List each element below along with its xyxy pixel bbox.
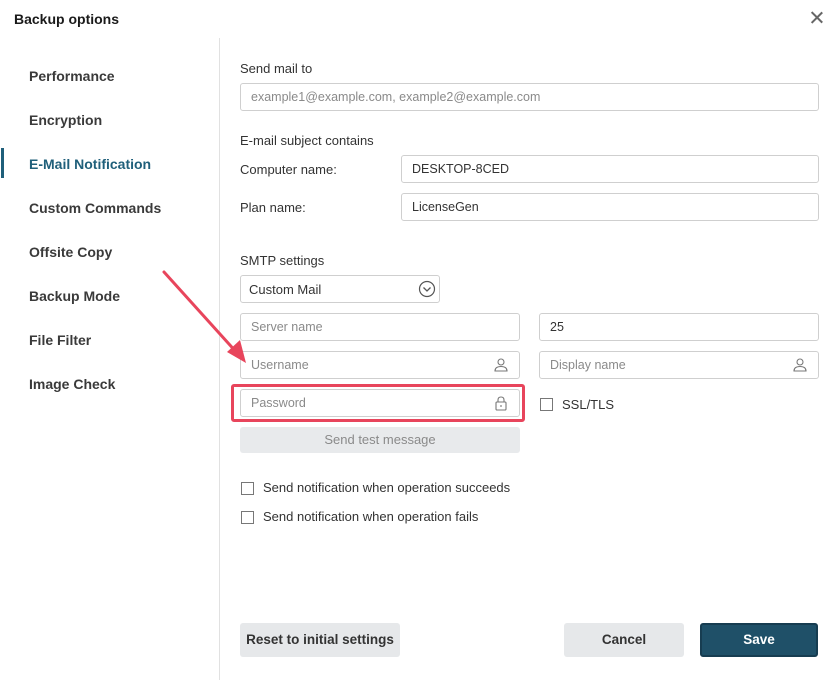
port-input[interactable]: 25 <box>539 313 819 341</box>
sidebar-item-backup-mode[interactable]: Backup Mode <box>29 288 120 304</box>
save-button[interactable]: Save <box>700 623 818 657</box>
chevron-down-icon <box>418 280 436 298</box>
send-mail-to-label: Send mail to <box>240 61 313 76</box>
display-name-placeholder: Display name <box>550 358 626 372</box>
subject-label: E-mail subject contains <box>240 133 374 148</box>
active-nav-indicator <box>1 148 4 178</box>
plan-name-label: Plan name: <box>240 200 306 215</box>
sidebar-item-offsite-copy[interactable]: Offsite Copy <box>29 244 112 260</box>
username-placeholder: Username <box>251 358 309 372</box>
computer-name-label: Computer name: <box>240 162 337 177</box>
sidebar-item-encryption[interactable]: Encryption <box>29 112 102 128</box>
username-input[interactable]: Username <box>240 351 520 379</box>
ssl-tls-checkbox[interactable] <box>540 398 553 411</box>
sidebar-item-email-notification[interactable]: E-Mail Notification <box>29 156 151 172</box>
notify-success-checkbox[interactable] <box>241 482 254 495</box>
dialog-title: Backup options <box>14 11 120 27</box>
reset-button[interactable]: Reset to initial settings <box>240 623 400 657</box>
server-name-input[interactable]: Server name <box>240 313 520 341</box>
notify-fail-label: Send notification when operation fails <box>263 509 479 524</box>
send-test-message-button[interactable]: Send test message <box>240 427 520 453</box>
highlight-box <box>231 384 525 422</box>
close-icon[interactable] <box>807 8 827 28</box>
computer-name-input[interactable]: DESKTOP-8CED <box>401 155 819 183</box>
sidebar-item-image-check[interactable]: Image Check <box>29 376 115 392</box>
backup-options-dialog: Backup options Performance Encryption E-… <box>0 0 839 680</box>
plan-name-input[interactable]: LicenseGen <box>401 193 819 221</box>
send-mail-to-input[interactable]: example1@example.com, example2@example.c… <box>240 83 819 111</box>
sidebar-item-custom-commands[interactable]: Custom Commands <box>29 200 161 216</box>
display-name-input[interactable]: Display name <box>539 351 819 379</box>
smtp-settings-label: SMTP settings <box>240 253 325 268</box>
ssl-tls-label: SSL/TLS <box>562 397 615 412</box>
notify-fail-checkbox[interactable] <box>241 511 254 524</box>
user-icon <box>494 358 508 372</box>
notify-success-label: Send notification when operation succeed… <box>263 480 511 495</box>
sidebar-item-performance[interactable]: Performance <box>29 68 115 84</box>
sidebar-item-file-filter[interactable]: File Filter <box>29 332 91 348</box>
options-sidebar <box>0 38 220 680</box>
smtp-provider-select[interactable]: Custom Mail <box>240 275 440 303</box>
smtp-provider-value: Custom Mail <box>249 282 322 297</box>
user-icon <box>793 358 807 372</box>
cancel-button[interactable]: Cancel <box>564 623 684 657</box>
